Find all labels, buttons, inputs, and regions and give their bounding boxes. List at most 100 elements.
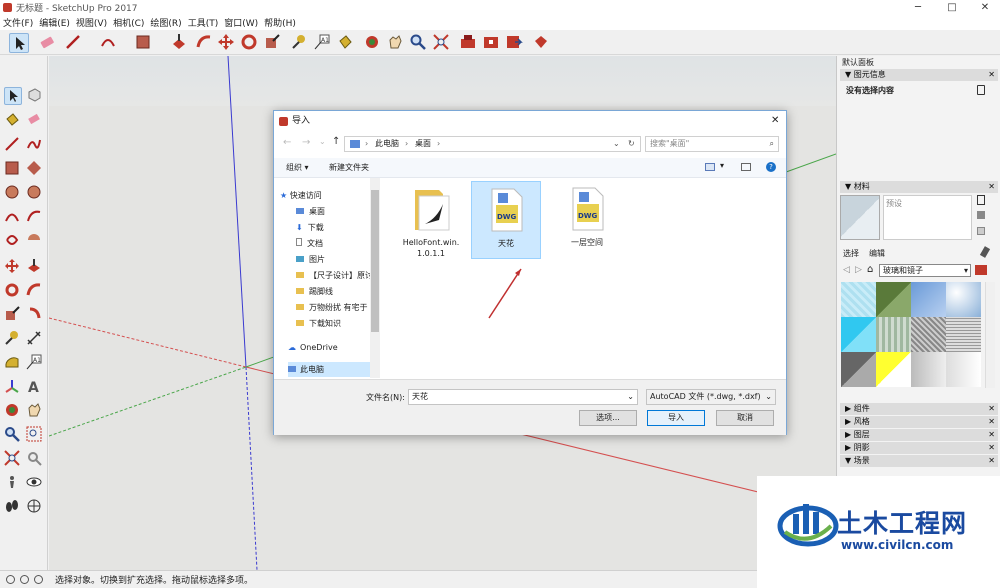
material-swatch[interactable] — [946, 352, 981, 387]
pan-tool-icon[interactable] — [386, 33, 406, 53]
geo-location-icon[interactable] — [6, 575, 15, 584]
create-material-icon[interactable] — [977, 211, 985, 219]
material-swatch[interactable] — [946, 282, 981, 317]
material-swatch[interactable] — [911, 352, 946, 387]
recent-chevron-icon[interactable]: ⌄ — [319, 137, 326, 146]
extension-manager-icon[interactable] — [532, 33, 552, 53]
panel-close-icon[interactable]: ✕ — [988, 181, 995, 193]
options-button[interactable]: 选项... — [579, 410, 637, 426]
zoom-window-icon[interactable] — [26, 426, 44, 444]
warehouse-tool-icon[interactable] — [459, 33, 479, 53]
breadcrumb-desktop[interactable]: 桌面 — [415, 137, 431, 151]
freehand-icon[interactable] — [26, 136, 44, 154]
default-material-icon[interactable] — [977, 227, 985, 235]
styles-header[interactable]: ▶ 风格 ✕ — [840, 416, 998, 428]
arc-icon[interactable] — [4, 208, 22, 226]
eraser-icon[interactable] — [26, 111, 44, 129]
pie-icon[interactable] — [26, 232, 44, 250]
panel-close-icon[interactable]: ✕ — [988, 416, 995, 428]
nav-downloads[interactable]: ⬇下载✎ — [296, 220, 379, 235]
file-item-tianhua[interactable]: DWG 天花 — [471, 181, 541, 259]
move-icon[interactable] — [4, 258, 22, 276]
menu-draw[interactable]: 绘图(R) — [147, 16, 184, 29]
material-swatch[interactable] — [946, 317, 981, 352]
share-model-icon[interactable] — [505, 33, 525, 53]
material-swatch[interactable] — [841, 352, 876, 387]
back-icon[interactable]: ◁ — [843, 265, 850, 275]
chevron-down-icon[interactable]: ⌄ — [613, 137, 620, 151]
panel-close-icon[interactable]: ✕ — [988, 442, 995, 454]
details-icon[interactable] — [975, 265, 987, 275]
chevron-down-icon[interactable]: ▾ — [720, 161, 724, 170]
line-tool-icon[interactable] — [64, 33, 84, 53]
axes-icon[interactable] — [4, 378, 22, 396]
nav-folder-wanwu[interactable]: 万物纷扰 有宅于 — [296, 300, 379, 315]
move-tool-icon[interactable] — [217, 33, 237, 53]
push-pull-tool-icon[interactable] — [170, 33, 190, 53]
library-dropdown[interactable]: 玻璃和镜子 ▾ — [879, 264, 971, 277]
menu-help[interactable]: 帮助(H) — [261, 16, 299, 29]
nav-folder-download-knowledge[interactable]: 下载知识 — [296, 316, 379, 331]
tape-measure-icon[interactable] — [4, 330, 22, 348]
orbit-tool-icon[interactable] — [363, 33, 383, 53]
select-tool-icon[interactable] — [9, 33, 29, 53]
new-folder-button[interactable]: 新建文件夹 — [329, 162, 369, 173]
material-swatch[interactable] — [841, 282, 876, 317]
menu-edit[interactable]: 编辑(E) — [36, 16, 73, 29]
material-name-field[interactable]: 预设 — [883, 195, 972, 240]
forward-icon[interactable]: ▷ — [855, 265, 862, 275]
import-button[interactable]: 导入 — [647, 410, 705, 426]
maximize-button[interactable]: □ — [938, 0, 966, 15]
extension-warehouse-icon[interactable] — [482, 33, 502, 53]
zoom-extents-tool-icon[interactable] — [432, 33, 452, 53]
two-point-arc-icon[interactable] — [26, 208, 44, 226]
material-swatch[interactable] — [841, 317, 876, 352]
walk-icon[interactable] — [4, 498, 22, 516]
dimension-icon[interactable] — [26, 330, 44, 348]
orbit-icon[interactable] — [4, 402, 22, 420]
text-tool-icon[interactable]: A1 — [313, 33, 333, 53]
nav-scrollbar[interactable] — [370, 178, 380, 378]
forward-arrow-icon[interactable]: → — [302, 137, 310, 148]
pan-icon[interactable] — [26, 402, 44, 420]
nav-folder-ruler[interactable]: 【尺子设计】原讨 — [296, 268, 379, 283]
nav-desktop[interactable]: 桌面✎ — [296, 204, 379, 219]
protractor-icon[interactable] — [4, 354, 22, 372]
material-swatch[interactable] — [911, 282, 946, 317]
help-icon[interactable] — [34, 575, 43, 584]
line-icon[interactable] — [4, 136, 22, 154]
previous-view-icon[interactable] — [26, 450, 44, 468]
menu-window[interactable]: 窗口(W) — [221, 16, 261, 29]
panel-close-icon[interactable]: ✕ — [988, 403, 995, 415]
filetype-select[interactable]: AutoCAD 文件 (*.dwg, *.dxf) ⌄ — [646, 389, 776, 405]
scrollbar-thumb[interactable] — [371, 190, 379, 332]
panel-close-icon[interactable]: ✕ — [988, 455, 995, 467]
rotate-icon[interactable] — [4, 282, 22, 300]
eraser-tool-icon[interactable] — [38, 33, 58, 53]
tab-select[interactable]: 选择 — [843, 248, 859, 259]
nav-pictures[interactable]: 图片✎ — [296, 252, 379, 267]
material-swatch[interactable] — [876, 317, 911, 352]
menu-file[interactable]: 文件(F) — [0, 16, 36, 29]
materials-header[interactable]: ▼ 材料 ✕ — [840, 181, 998, 193]
back-arrow-icon[interactable]: ← — [283, 137, 291, 148]
3d-text-icon[interactable]: A — [26, 378, 44, 396]
dialog-close-icon[interactable]: ✕ — [771, 111, 779, 131]
shadows-header[interactable]: ▶ 阴影 ✕ — [840, 442, 998, 454]
swatch-scrollbar[interactable] — [985, 282, 995, 388]
select-icon[interactable] — [4, 87, 22, 105]
pin-icon[interactable] — [977, 85, 985, 95]
scenes-header[interactable]: ▼ 场景 ✕ — [840, 455, 998, 467]
arc-tool-icon[interactable] — [99, 33, 119, 53]
preview-pane-icon[interactable] — [741, 163, 751, 171]
zoom-extents-icon[interactable] — [4, 450, 22, 468]
organize-menu[interactable]: 组织 ▾ — [286, 162, 309, 173]
pin-icon[interactable] — [977, 195, 985, 205]
polygon-icon[interactable] — [26, 184, 44, 202]
sample-paint-icon[interactable] — [979, 246, 991, 258]
rotate-tool-icon[interactable] — [240, 33, 260, 53]
breadcrumb-pc[interactable]: 此电脑 — [375, 137, 399, 151]
search-input[interactable]: 搜索"桌面" ⌕ — [645, 136, 779, 152]
offset-icon[interactable] — [26, 306, 44, 324]
panel-close-icon[interactable]: ✕ — [988, 429, 995, 441]
